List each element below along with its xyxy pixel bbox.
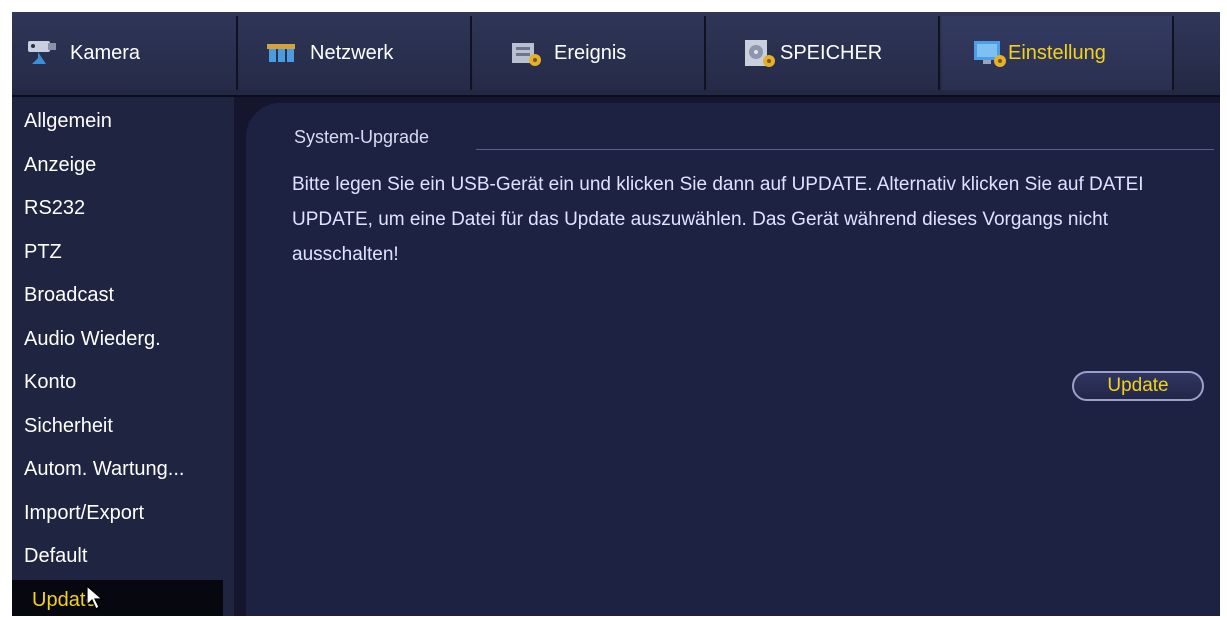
tab-label: Netzwerk bbox=[310, 41, 394, 64]
sidebar-item-broadcast[interactable]: Broadcast bbox=[24, 275, 114, 315]
sidebar-item-ptz[interactable]: PTZ bbox=[24, 232, 62, 272]
tab-einstellung[interactable]: Einstellung bbox=[942, 16, 1174, 90]
tab-label: Kamera bbox=[70, 41, 141, 64]
upgrade-instructions: Bitte legen Sie ein USB-Gerät ein und kl… bbox=[292, 174, 1144, 265]
update-button[interactable]: Update bbox=[1072, 371, 1204, 401]
sidebar-item-rs232[interactable]: RS232 bbox=[24, 188, 85, 228]
sidebar-item-update[interactable]: Update bbox=[12, 580, 223, 616]
sidebar-item-sicherheit[interactable]: Sicherheit bbox=[24, 406, 113, 446]
settings-sidebar: Allgemein Anzeige RS232 PTZ Broadcast Au… bbox=[12, 97, 234, 616]
storage-icon bbox=[742, 38, 778, 68]
top-tab-bar: Kamera Netzwerk Ereignis SPEICHER Einste… bbox=[12, 12, 1220, 97]
section-divider bbox=[476, 149, 1214, 150]
tab-ereignis[interactable]: Ereignis bbox=[474, 16, 706, 90]
tab-label: Ereignis bbox=[554, 41, 627, 64]
section-title: System-Upgrade bbox=[294, 127, 430, 147]
sidebar-item-audio-wiederg[interactable]: Audio Wiederg. bbox=[24, 319, 161, 359]
sidebar-item-allgemein[interactable]: Allgemein bbox=[24, 101, 112, 141]
settings-icon bbox=[972, 38, 1008, 68]
app-window: Kamera Netzwerk Ereignis SPEICHER Einste… bbox=[12, 12, 1220, 616]
camera-icon bbox=[24, 38, 60, 68]
tab-label: SPEICHER bbox=[780, 41, 883, 64]
sidebar-item-konto[interactable]: Konto bbox=[24, 362, 76, 402]
network-icon bbox=[264, 38, 300, 68]
mouse-cursor-icon bbox=[86, 584, 106, 611]
tab-netzwerk[interactable]: Netzwerk bbox=[240, 16, 472, 90]
tab-kamera[interactable]: Kamera bbox=[12, 16, 238, 90]
sidebar-item-anzeige[interactable]: Anzeige bbox=[24, 145, 96, 185]
sidebar-item-autom-wartung[interactable]: Autom. Wartung... bbox=[24, 449, 184, 489]
system-upgrade-panel: System-Upgrade Bitte legen Sie ein USB-G… bbox=[246, 103, 1220, 616]
tab-speicher[interactable]: SPEICHER bbox=[708, 16, 940, 90]
sidebar-item-default[interactable]: Default bbox=[24, 536, 87, 576]
sidebar-item-import-export[interactable]: Import/Export bbox=[24, 493, 144, 533]
tab-label: Einstellung bbox=[1008, 41, 1106, 64]
event-icon bbox=[508, 38, 544, 68]
